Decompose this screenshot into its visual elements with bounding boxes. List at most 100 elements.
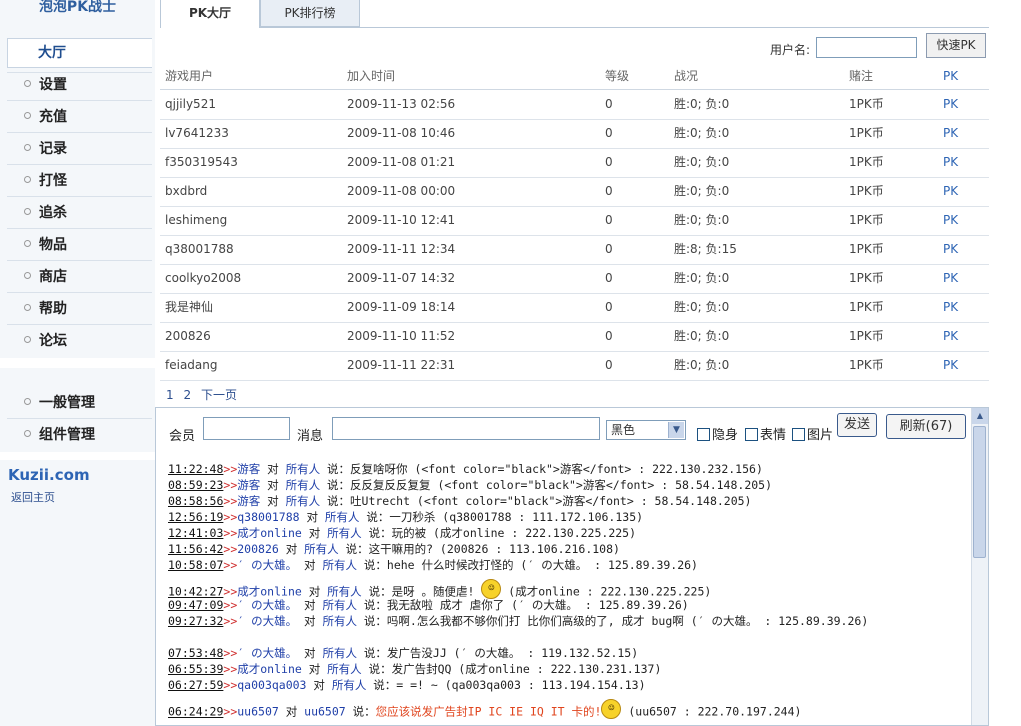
checkbox-label: 表情 (760, 428, 787, 443)
message-user[interactable]: 成才online (237, 585, 302, 599)
message-time[interactable]: 10:42:27 (168, 585, 223, 599)
tab-pk-lobby[interactable]: PK大厅 (160, 0, 260, 28)
quick-pk-button[interactable]: 快速PK (926, 33, 986, 58)
refresh-button[interactable]: 刷新(67) (886, 414, 966, 439)
message-time[interactable]: 08:58:56 (168, 494, 223, 508)
message-target[interactable]: uu6507 (304, 705, 346, 719)
message-user[interactable]: 成才online (237, 526, 302, 540)
tab-pk-ranking[interactable]: PK排行榜 (260, 0, 360, 27)
message-user[interactable]: ′ の大雄。 (237, 598, 297, 612)
chat-message: 09:47:09>>′ の大雄。 对 所有人 说：我无敌啦 成才 虐你了 (′ … (168, 598, 689, 613)
message-time[interactable]: 11:56:42 (168, 542, 223, 556)
message-time[interactable]: 06:24:29 (168, 705, 223, 719)
scrollbar[interactable]: ▲ (971, 408, 988, 725)
sidebar-item-settings[interactable]: 设置 (24, 74, 67, 96)
pk-link[interactable]: PK (943, 322, 958, 351)
message-user[interactable]: ′ の大雄。 (237, 646, 297, 660)
message-time[interactable]: 12:56:19 (168, 510, 223, 524)
message-target[interactable]: 所有人 (322, 614, 357, 628)
sidebar-item-label: 论坛 (39, 333, 67, 349)
message-time[interactable]: 06:27:59 (168, 678, 223, 692)
page-link[interactable]: 2 (183, 388, 191, 402)
message-time[interactable]: 06:55:39 (168, 662, 223, 676)
sidebar-item-hunt[interactable]: 追杀 (24, 202, 67, 224)
message-user[interactable]: qa003qa003 (237, 678, 306, 692)
pk-link[interactable]: PK (943, 177, 958, 206)
message-user[interactable]: ′ の大雄。 (237, 614, 297, 628)
invisible-checkbox[interactable]: 隐身 (697, 424, 738, 443)
table-header: 游戏用户 加入时间 等级 战况 赌注 PK (160, 63, 989, 90)
site-name[interactable]: Kuzii.com (8, 466, 90, 484)
page-link[interactable]: 1 (166, 388, 174, 402)
pk-link[interactable]: PK (943, 235, 958, 264)
message-target[interactable]: 所有人 (327, 662, 362, 676)
message-input[interactable] (332, 417, 600, 440)
message-user[interactable]: 游客 (237, 462, 260, 476)
pk-link[interactable]: PK (943, 351, 958, 380)
pk-link[interactable]: PK (943, 206, 958, 235)
message-target[interactable]: 所有人 (322, 598, 357, 612)
table-cell: bxdbrd (165, 184, 208, 198)
sidebar-item-fight-monster[interactable]: 打怪 (24, 170, 67, 192)
message-text: 说：发广告封QQ (成才online : 222.130.231.137) (361, 662, 662, 676)
message-time[interactable]: 07:53:48 (168, 646, 223, 660)
emoji-checkbox[interactable]: 表情 (745, 424, 786, 443)
pk-link[interactable]: PK (943, 119, 958, 148)
bullet-icon (24, 303, 31, 311)
send-button[interactable]: 发送 (837, 413, 877, 437)
message-user[interactable]: 游客 (237, 478, 260, 492)
pk-link[interactable]: PK (943, 148, 958, 177)
username-input[interactable] (816, 37, 917, 58)
sidebar-item-general-admin[interactable]: 一般管理 (24, 392, 95, 414)
divider (7, 228, 152, 229)
message-target[interactable]: 所有人 (286, 462, 321, 476)
message-user[interactable]: ′ の大雄。 (237, 558, 297, 572)
pk-link[interactable]: PK (943, 264, 958, 293)
message-target[interactable]: 所有人 (327, 585, 362, 599)
home-link[interactable]: 返回主页 (11, 489, 55, 505)
color-select[interactable]: 黑色 ▼ (606, 420, 686, 440)
message-user[interactable]: 游客 (237, 494, 260, 508)
image-checkbox[interactable]: 图片 (792, 424, 833, 443)
column-header: 等级 (605, 69, 630, 83)
pk-link[interactable]: PK (943, 293, 958, 322)
message-target[interactable]: 所有人 (304, 542, 339, 556)
message-user[interactable]: 200826 (237, 542, 279, 556)
message-text: 说：发广告没JJ (′ の大雄。 : 119.132.52.15) (356, 646, 639, 660)
message-target[interactable]: 所有人 (286, 494, 321, 508)
sidebar-item-shop[interactable]: 商店 (24, 266, 67, 288)
message-time[interactable]: 10:58:07 (168, 558, 223, 572)
message-target[interactable]: 所有人 (325, 510, 360, 524)
message-text: 说：反复啥呀你 (<font color="black">游客</font> :… (320, 462, 763, 476)
message-user[interactable]: 成才online (237, 662, 302, 676)
scroll-thumb[interactable] (973, 426, 986, 558)
sidebar-item-forum[interactable]: 论坛 (24, 330, 67, 352)
message-time[interactable]: 08:59:23 (168, 478, 223, 492)
message-time[interactable]: 09:47:09 (168, 598, 223, 612)
message-target[interactable]: 所有人 (327, 526, 362, 540)
sidebar-item-component-admin[interactable]: 组件管理 (24, 424, 95, 446)
message-time[interactable]: 09:27:32 (168, 614, 223, 628)
message-user[interactable]: uu6507 (237, 705, 279, 719)
divider (7, 132, 152, 133)
table-cell: 1PK币 (849, 155, 884, 169)
message-target[interactable]: 所有人 (322, 558, 357, 572)
message-time[interactable]: 11:22:48 (168, 462, 223, 476)
table-cell: 2009-11-13 02:56 (347, 97, 456, 111)
sidebar-item-help[interactable]: 帮助 (24, 298, 67, 320)
scroll-up-icon[interactable]: ▲ (972, 408, 988, 424)
sidebar-item-items[interactable]: 物品 (24, 234, 67, 256)
message-time[interactable]: 12:41:03 (168, 526, 223, 540)
member-input[interactable] (203, 417, 290, 440)
sidebar-item-records[interactable]: 记录 (24, 138, 67, 160)
sidebar-item-lobby[interactable]: 大厅 (7, 38, 152, 68)
message-target[interactable]: 所有人 (286, 478, 321, 492)
next-page-link[interactable]: 下一页 (201, 388, 237, 402)
sidebar-item-recharge[interactable]: 充值 (24, 106, 67, 128)
pk-link[interactable]: PK (943, 90, 958, 119)
message-target[interactable]: 所有人 (332, 678, 367, 692)
message-user[interactable]: q38001788 (237, 510, 299, 524)
chat-message: 11:22:48>>游客 对 所有人 说：反复啥呀你 (<font color=… (168, 462, 763, 477)
message-target[interactable]: 所有人 (322, 646, 357, 660)
table-cell: 胜:0; 负:0 (674, 126, 730, 140)
